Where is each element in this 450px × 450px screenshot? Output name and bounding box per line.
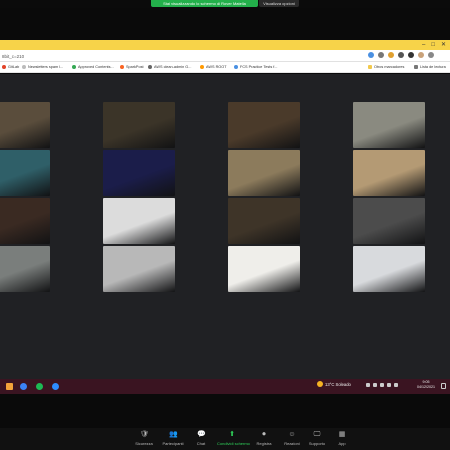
network-icon[interactable] <box>380 383 384 387</box>
zoom-condividi-schermo-button[interactable]: ⬆ Condividi schermo <box>217 431 250 447</box>
bookmark-item[interactable]: AWS ROOT <box>200 64 227 70</box>
bookmark-label: Lista de lectura <box>420 65 446 69</box>
curved-walls-photo[interactable] <box>353 198 425 244</box>
screen: Stai visualizzando lo schermo di Rover M… <box>0 0 450 450</box>
browser-tabstrip <box>0 40 450 50</box>
zoom-app-button[interactable]: ▦ App <box>327 431 357 447</box>
bookmark-item[interactable]: Newsletters spam l... <box>22 64 63 70</box>
zoom-control-icon: 💬 <box>197 431 206 438</box>
photo-gallery <box>0 74 450 380</box>
bookmark-favicon-icon <box>22 65 26 69</box>
address-bar[interactable]: 8bit_c=210 <box>0 53 330 60</box>
zoom-registra-button[interactable]: ⏺ Registra <box>249 431 279 447</box>
zoom-control-icon: 🛡 <box>140 431 149 438</box>
extension-icon[interactable] <box>428 52 434 58</box>
zoom-control-icon: ⬆ <box>229 431 235 438</box>
bookmark-favicon-icon <box>120 65 124 69</box>
bookmark-label: Newsletters spam l... <box>28 65 64 69</box>
extension-icon[interactable] <box>378 52 384 58</box>
share-status-pill: Stai visualizzando lo schermo di Rover M… <box>151 0 258 7</box>
notification-icon[interactable] <box>441 383 446 389</box>
weather-text: 13°C Soleado <box>325 381 351 387</box>
bookmark-label: SparkPost <box>126 65 144 69</box>
bookmark-favicon-icon <box>72 65 76 69</box>
cloud-icon[interactable] <box>373 383 377 387</box>
bookmark-item[interactable]: SparkPost <box>120 64 144 70</box>
sun-icon <box>317 381 323 387</box>
bookmark-item[interactable]: FCS Practice Tests f... <box>234 64 278 70</box>
weather-widget[interactable]: 13°C Soleado <box>317 381 351 387</box>
zoom-control-label: Chat <box>196 441 206 446</box>
zoom-control-label: Registra <box>256 441 272 446</box>
system-tray <box>366 383 398 387</box>
zoom-control-icon: 🖵 <box>313 431 321 438</box>
zoom-control-label: Partecipanti <box>162 441 184 446</box>
spotify-icon[interactable] <box>36 383 43 390</box>
tree-lined-road-photo[interactable] <box>0 246 50 292</box>
zoom-control-label: Sicurezza <box>135 441 153 446</box>
chevron-up-icon[interactable] <box>366 383 370 387</box>
bookmark-favicon-icon <box>200 65 204 69</box>
clock-date: 04/12/2021 <box>417 385 435 389</box>
dancer-photo[interactable] <box>103 198 175 244</box>
fire-figure-photo[interactable] <box>0 198 50 244</box>
bookmark-label: Approved Contents... <box>78 65 114 69</box>
bookmark-label: FCS Practice Tests f... <box>240 65 278 69</box>
bookmark-folder[interactable]: Otros marcadores <box>368 64 404 70</box>
zoom-control-label: App <box>338 441 346 446</box>
bookmark-item[interactable]: GitLab <box>2 64 19 70</box>
train-window-photo[interactable] <box>0 150 50 196</box>
battery-icon[interactable] <box>394 383 398 387</box>
elderly-couple-photo[interactable] <box>0 102 50 148</box>
extension-icon[interactable] <box>408 52 414 58</box>
fox-in-snow-photo[interactable] <box>228 246 300 292</box>
extension-icon[interactable] <box>368 52 374 58</box>
folder-icon <box>368 65 372 69</box>
clock[interactable]: 9:05 04/12/2021 <box>417 380 435 390</box>
extension-icons <box>368 52 434 58</box>
man-with-bread-photo[interactable] <box>228 102 300 148</box>
zoom-control-icon: 👥 <box>169 431 178 438</box>
extension-icon[interactable] <box>388 52 394 58</box>
volume-icon[interactable] <box>387 383 391 387</box>
bookmark-label: GitLab <box>8 65 20 69</box>
chrome-icon[interactable] <box>20 383 27 390</box>
bookmark-favicon-icon <box>148 65 152 69</box>
maximize-icon[interactable]: □ <box>431 41 435 49</box>
zoom-control-icon: ▦ <box>338 431 346 438</box>
bookmark-label: AWS clean-admin G... <box>154 65 192 69</box>
bookmark-folder[interactable]: Lista de lectura <box>414 64 446 70</box>
bookmark-label: Otros marcadores <box>374 65 405 69</box>
bookmark-label: AWS ROOT <box>206 65 227 69</box>
bookmark-favicon-icon <box>234 65 238 69</box>
zoom-control-icon: ⏺ <box>262 431 266 438</box>
bookmark-item[interactable]: AWS clean-admin G... <box>148 64 191 70</box>
folder-icon <box>414 65 418 69</box>
zoom-sicurezza-button[interactable]: 🛡 Sicurezza <box>129 431 159 447</box>
misty-valley-photo[interactable] <box>228 150 300 196</box>
zoom-icon[interactable] <box>52 383 59 390</box>
zoom-control-label: Condividi schermo <box>217 441 250 446</box>
zoom-control-icon: ☺ <box>288 431 296 438</box>
window-controls: – □ ✕ <box>422 41 446 49</box>
night-lights-photo[interactable] <box>103 150 175 196</box>
windows-start-icon[interactable] <box>6 383 13 390</box>
zoom-chat-button[interactable]: 💬 Chat <box>186 431 216 447</box>
owl-photo[interactable] <box>353 246 425 292</box>
zoom-partecipanti-button[interactable]: 👥 Partecipanti <box>158 431 188 447</box>
sandy-path-photo[interactable] <box>353 150 425 196</box>
extension-icon[interactable] <box>418 52 424 58</box>
extension-icon[interactable] <box>398 52 404 58</box>
bookmark-item[interactable]: Approved Contents... <box>72 64 114 70</box>
group-portrait-photo[interactable] <box>103 102 175 148</box>
view-options-button[interactable]: Visualizza opzioni <box>259 0 299 7</box>
minimize-icon[interactable]: – <box>422 41 425 49</box>
workshop-man-photo[interactable] <box>228 198 300 244</box>
snowy-house-photo[interactable] <box>103 246 175 292</box>
close-icon[interactable]: ✕ <box>441 41 446 49</box>
bookmark-favicon-icon <box>2 65 6 69</box>
cyclists-road-photo[interactable] <box>353 102 425 148</box>
